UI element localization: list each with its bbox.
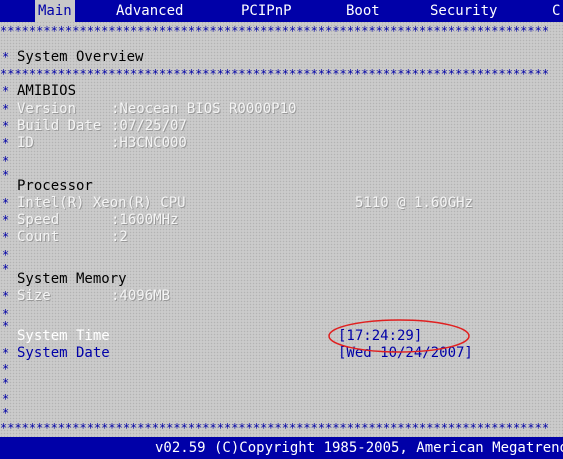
cpu-count-label: Count xyxy=(17,229,60,245)
bios-version-value: :Neocean BIOS R0000P10 xyxy=(111,101,297,117)
bullet: * xyxy=(2,119,10,133)
system-time-value[interactable]: [17:24:29] xyxy=(338,327,422,345)
bullet: * xyxy=(2,289,10,303)
bullet: * xyxy=(2,319,10,333)
cpu-count-row: Count :2 xyxy=(17,228,128,246)
menu-tab-chipset-partial[interactable]: C xyxy=(552,0,560,22)
bullet: * xyxy=(2,168,10,182)
memory-size-row: Size :4096MB xyxy=(17,287,170,305)
bios-version-label: Version xyxy=(17,101,77,117)
bios-id-row: ID :H3CNC000 xyxy=(17,134,187,152)
menu-bar: Main Advanced PCIPnP Boot Security C xyxy=(0,0,563,22)
bios-version-row: Version :Neocean BIOS R0000P10 xyxy=(17,100,296,118)
bullet: * xyxy=(2,84,10,98)
cpu-row: Intel(R) Xeon(R) CPU 5110 @ 1.60GHz xyxy=(17,194,473,212)
menu-tab-main[interactable]: Main xyxy=(35,0,75,22)
cpu-speed-value: :1600MHz xyxy=(111,212,179,228)
bullet: * xyxy=(2,136,10,150)
menu-tab-security[interactable]: Security xyxy=(430,0,497,22)
cpu-name: Intel(R) Xeon(R) CPU xyxy=(17,195,186,211)
cpu-speed-row: Speed :1600MHz xyxy=(17,211,178,229)
system-time-label[interactable]: System Time xyxy=(17,327,110,345)
system-date-value[interactable]: [Wed 10/24/2007] xyxy=(338,344,473,362)
processor-title: Processor xyxy=(17,178,93,194)
bios-id-value: :H3CNC000 xyxy=(111,135,187,151)
star-separator: ****************************************… xyxy=(0,25,550,37)
bios-id-label: ID xyxy=(17,135,34,151)
bullet: * xyxy=(2,213,10,227)
cpu-speed-label: Speed xyxy=(17,212,60,228)
footer-bar: v02.59 (C)Copyright 1985-2005, American … xyxy=(0,437,563,459)
bullet: * xyxy=(2,262,10,276)
build-date-value: :07/25/07 xyxy=(111,118,187,134)
memory-size-value: :4096MB xyxy=(111,288,171,304)
cpu-model: 5110 @ 1.60GHz xyxy=(355,195,474,211)
memory-size-label: Size xyxy=(17,288,51,304)
amibios-title: AMIBIOS xyxy=(17,83,77,99)
build-date-row: Build Date :07/25/07 xyxy=(17,117,187,135)
build-date-label: Build Date xyxy=(17,118,102,134)
bullet: * xyxy=(2,196,10,210)
system-memory-title: System Memory xyxy=(17,271,127,287)
system-date-label[interactable]: System Date xyxy=(17,344,110,362)
menu-tab-pcipnp[interactable]: PCIPnP xyxy=(241,0,292,22)
copyright-text: v02.59 (C)Copyright 1985-2005, American … xyxy=(155,440,563,456)
star-separator: ****************************************… xyxy=(0,68,550,80)
bullet: * xyxy=(2,102,10,116)
bullet: * xyxy=(2,50,10,64)
star-separator: ****************************************… xyxy=(0,422,550,434)
cpu-count-value: :2 xyxy=(111,229,128,245)
menu-tab-boot[interactable]: Boot xyxy=(346,0,380,22)
system-overview-title: System Overview xyxy=(17,49,144,65)
bullet: * xyxy=(2,230,10,244)
bullet: * xyxy=(2,406,10,420)
menu-tab-advanced[interactable]: Advanced xyxy=(116,0,183,22)
